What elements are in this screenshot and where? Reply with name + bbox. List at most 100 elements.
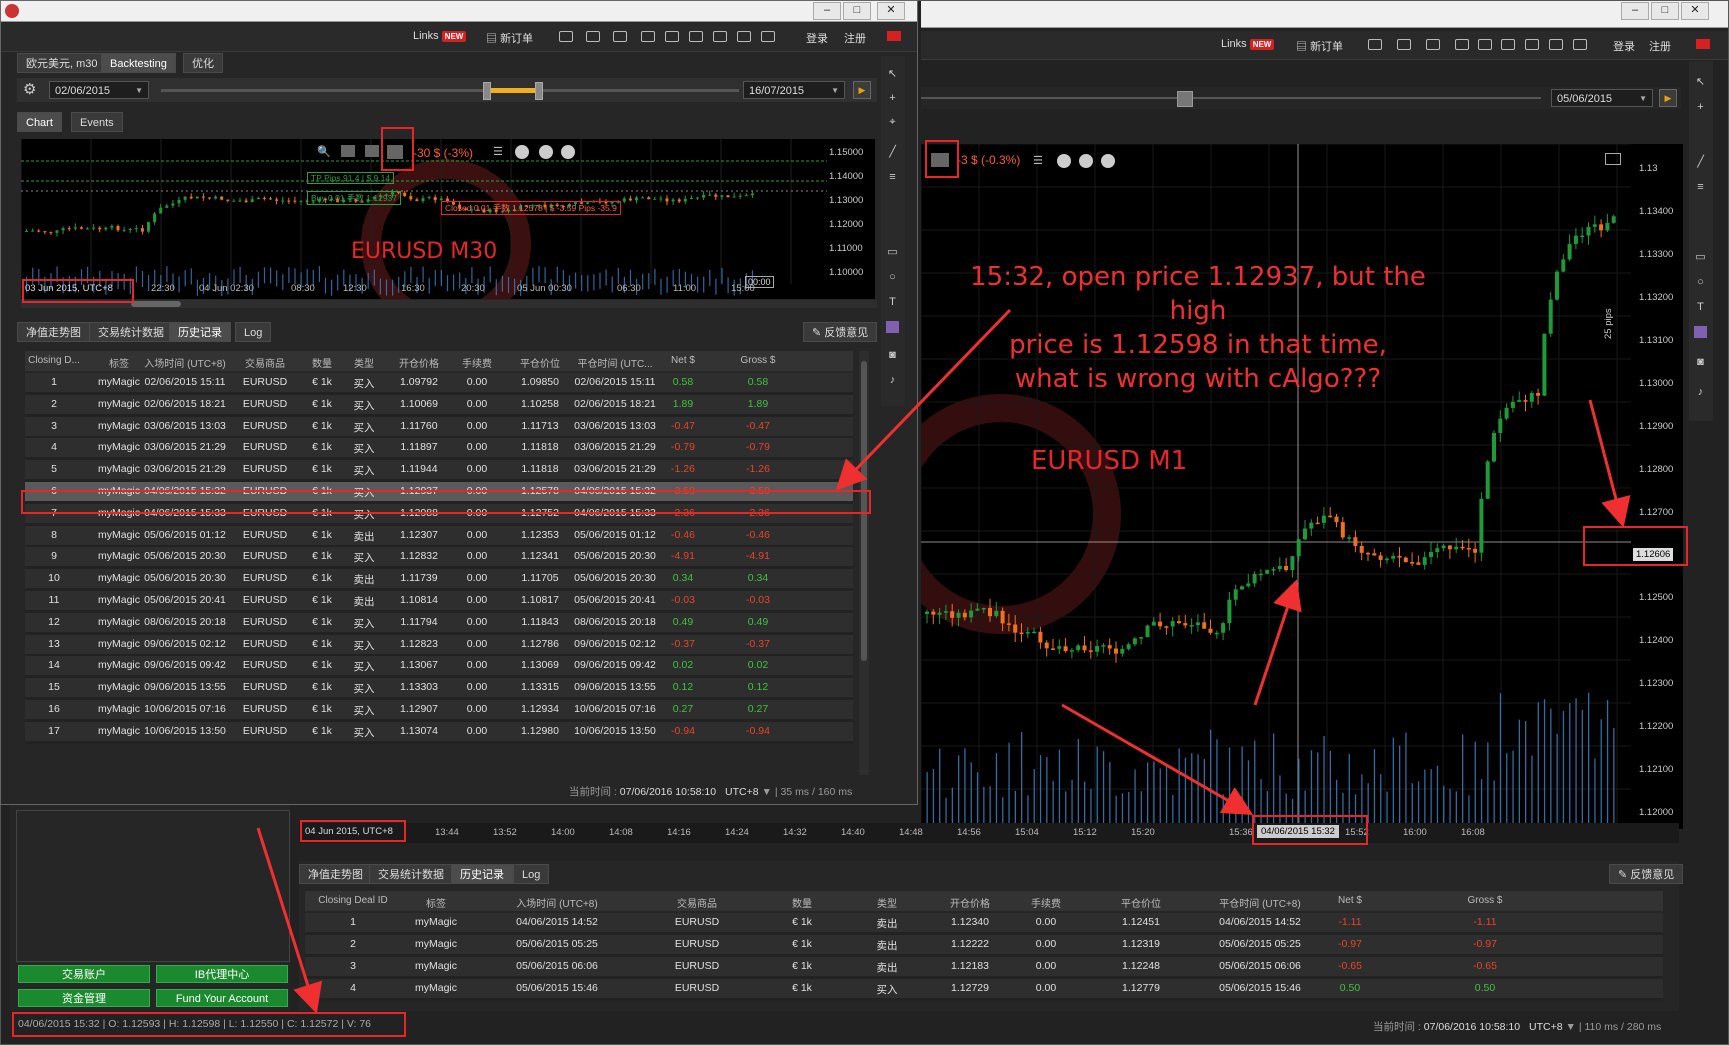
cursor-tool-icon[interactable]: ↖ [886,68,899,80]
fib-tool-icon[interactable]: ≡ [886,171,899,183]
column-header[interactable]: Closing Deal ID [305,895,401,906]
ellipse-tool-icon[interactable]: ○ [886,271,899,283]
close-button[interactable]: ✕ [1681,2,1709,20]
camera-tool-icon[interactable]: ◙ [1694,356,1707,368]
column-header[interactable]: 手续费 [1011,895,1081,910]
column-header[interactable]: 入场时间 (UTC+8) [143,355,227,370]
toolbar-icon-3[interactable] [1426,39,1440,50]
end-date-field[interactable]: 16/07/2015 ▼ [743,81,845,99]
table-row[interactable]: 1 myMagic 02/06/2015 15:11 EURUSD € 1k 买入 1.09… [25,373,853,395]
bell-icon[interactable]: ♪ [886,374,899,386]
backtest-maximize-button[interactable]: □ [843,2,871,20]
new-order-button[interactable]: ▤ 新订单 [1296,38,1343,54]
tab-log[interactable]: Log [513,864,550,884]
facebook-icon[interactable] [1057,154,1071,168]
new-order-button[interactable]: ▤ 新订单 [486,30,533,46]
column-header[interactable]: 类型 [343,355,385,370]
toolbar-icon-6[interactable] [1501,39,1515,50]
list-icon[interactable]: ☰ [493,145,503,158]
cursor-tool-icon[interactable]: ↖ [1694,76,1707,88]
fund-account-button[interactable]: Fund Your Account [156,989,288,1007]
toolbar-icon-7[interactable] [713,31,727,42]
tab-equity[interactable]: 净值走势图 [17,322,90,342]
period-slider-range[interactable] [485,88,539,93]
table-row[interactable]: 4 myMagic 03/06/2015 21:29 EURUSD € 1k 买入 1.11… [25,438,853,461]
user-icon[interactable] [1101,154,1115,168]
ib-center-button[interactable]: IB代理中心 [156,965,288,983]
column-header[interactable]: Net $ [1305,895,1395,906]
indicator-icon[interactable] [341,145,355,157]
backtest-minimize-button[interactable]: – [813,2,841,20]
share-icon[interactable] [539,145,553,159]
crosshair-tool-icon[interactable]: + [886,92,899,104]
tab-chart[interactable]: Chart [17,112,62,132]
bell-icon[interactable]: ♪ [1694,386,1707,398]
column-header[interactable]: 手续费 [451,355,503,370]
text-tool-icon[interactable]: T [886,296,899,308]
links-link[interactable]: Links NEW [1221,38,1275,50]
toolbar-icon-5[interactable] [665,31,679,42]
flag-icon[interactable] [887,31,901,41]
tab-optimize[interactable]: 优化 [183,53,223,73]
column-header[interactable]: 开仓价格 [925,895,1015,910]
candle-icon[interactable] [365,145,379,157]
column-header[interactable]: Gross $ [1405,895,1565,906]
toolbar-icon-1[interactable] [1368,39,1382,50]
column-header[interactable]: 交易商品 [229,355,301,370]
color-tool-icon[interactable] [1694,326,1707,338]
toolbar-icon-4[interactable] [1455,39,1469,50]
register-link[interactable]: 注册 [1649,38,1671,54]
maximize-button[interactable]: □ [1651,2,1679,20]
toolbar-icon-7[interactable] [1525,39,1539,50]
tab-stats[interactable]: 交易统计数据 [89,322,173,342]
m1-chart[interactable]: EURUSD M1 -3 $ (-0.3%) ☰ 25 pips [921,144,1631,829]
start-backtest-button[interactable]: ▶ [853,81,871,99]
tab-events[interactable]: Events [71,112,123,132]
fib-tool-icon[interactable]: ≡ [1694,181,1707,193]
crosshair-tool-icon[interactable]: + [1694,101,1707,113]
rect-tool-icon[interactable]: ▭ [886,246,899,258]
table-row[interactable]: 14 myMagic 09/06/2015 09:42 EURUSD € 1k 买入 1.1… [25,656,853,679]
table-row[interactable]: 2 myMagic 05/06/2015 05:25 EURUSD € 1k 卖出 1.12… [305,935,1663,957]
toolbar-icon-9[interactable] [1573,39,1587,50]
table-row[interactable]: 3 myMagic 03/06/2015 13:03 EURUSD € 1k 买入 1.11… [25,416,853,439]
trendline-tool-icon[interactable]: ╱ [1694,156,1707,168]
toolbar-icon-9[interactable] [761,31,775,42]
zoom-icon[interactable]: 🔍 [317,145,331,158]
table-row[interactable]: 8 myMagic 05/06/2015 01:12 EURUSD € 1k 卖出 1.12… [25,525,853,548]
table-row[interactable]: 9 myMagic 05/06/2015 20:30 EURUSD € 1k 买入 1.12… [25,547,853,570]
column-header[interactable]: 类型 [847,895,927,910]
ellipse-tool-icon[interactable]: ○ [1694,276,1707,288]
column-header[interactable]: Closing D... [25,355,83,366]
user-icon[interactable] [561,145,575,159]
table-row[interactable]: 5 myMagic 03/06/2015 21:29 EURUSD € 1k 买入 1.11… [25,460,853,483]
tab-history[interactable]: 历史记录 [451,864,513,884]
links-link[interactable]: Links NEW [413,30,467,42]
toolbar-icon-8[interactable] [737,31,751,42]
column-header[interactable]: Net $ [653,355,713,366]
tab-history[interactable]: 历史记录 [169,322,231,342]
color-tool-icon[interactable] [886,321,899,333]
toolbar-icon-8[interactable] [1549,39,1563,50]
table-row[interactable]: 1 myMagic 04/06/2015 14:52 EURUSD € 1k 卖出 1.12… [305,913,1663,935]
table-scrollbar[interactable] [859,351,869,775]
timeline-handle[interactable] [1177,91,1193,107]
column-header[interactable]: 标签 [401,895,471,910]
toolbar-icon-1[interactable] [559,31,573,42]
tab-symbol[interactable]: 欧元美元, m30 [17,53,107,73]
register-link[interactable]: 注册 [844,30,866,46]
main-tz-select[interactable]: UTC+8 [1529,1021,1563,1033]
m30-scroll-thumb[interactable] [131,301,181,307]
camera-tool-icon[interactable]: ◙ [886,349,899,361]
flag-icon[interactable] [1696,39,1710,49]
toolbar-icon-3[interactable] [613,31,627,42]
backtest-close-button[interactable]: ✕ [877,2,905,20]
trendline-tool-icon[interactable]: ╱ [886,146,899,158]
login-link[interactable]: 登录 [806,30,828,46]
table-row[interactable]: 13 myMagic 09/06/2015 02:12 EURUSD € 1k 买入 1.1… [25,634,853,657]
rect-tool-icon[interactable]: ▭ [1694,251,1707,263]
table-row[interactable]: 4 myMagic 05/06/2015 15:46 EURUSD € 1k 买入 1.12… [305,979,1663,1001]
text-tool-icon[interactable]: T [1694,301,1707,313]
table-row[interactable]: 10 myMagic 05/06/2015 20:30 EURUSD € 1k 卖出 1.1… [25,569,853,592]
column-header[interactable]: 平仓价位 [505,355,575,370]
